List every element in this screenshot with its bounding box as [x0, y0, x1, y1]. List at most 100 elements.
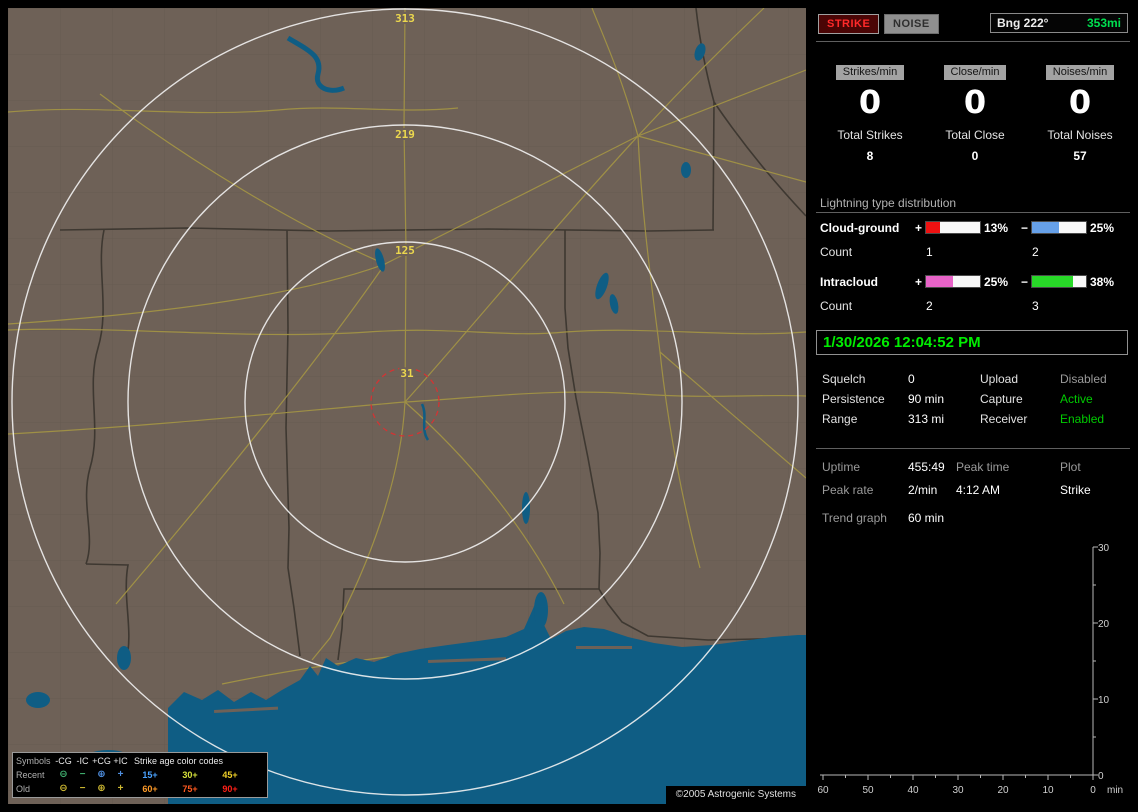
peak-rate-value: 2/min	[908, 483, 938, 497]
ic-minus-bar	[1031, 275, 1087, 288]
x-axis-unit: min	[1107, 785, 1123, 796]
range-label-31: 31	[400, 367, 414, 380]
map-graphic: 313 219 125 31	[8, 8, 806, 804]
noises-counter: Noises/min 0 Total Noises 57	[1028, 62, 1132, 163]
age-code: 45+	[222, 770, 238, 780]
cloud-ground-row: Cloud-ground + 13% − 25%	[816, 221, 1130, 235]
bearing-readout: Bng 222° 353mi	[990, 13, 1128, 33]
cg-minus-pct: 25%	[1090, 221, 1115, 235]
legend-age-title: Strike age color codes	[134, 756, 224, 766]
peak-rate-label: Peak rate	[822, 483, 874, 497]
intracloud-count-row: Count 2 3	[816, 299, 1130, 313]
x-tick: 10	[1042, 785, 1054, 796]
close-counter: Close/min 0 Total Close 0	[923, 62, 1027, 163]
cg-minus-bar	[1031, 221, 1087, 234]
plus-sign: +	[915, 221, 923, 235]
pcg-old-icon: ⊕	[97, 783, 106, 794]
legend-header-row: Symbols -CG -IC +CG +IC Strike age color…	[16, 754, 264, 768]
receiver-label: Receiver	[980, 412, 1028, 426]
range-label: Range	[822, 412, 858, 426]
uptime-label: Uptime	[822, 460, 861, 474]
trend-axes	[820, 546, 1098, 780]
plus-sign: +	[915, 275, 923, 289]
legend-old-row: Old ⊖ − ⊕ + 60+ 75+ 90+	[16, 782, 264, 796]
total-noises-label: Total Noises	[1047, 128, 1113, 142]
capture-label: Capture	[980, 392, 1023, 406]
capture-status: Active	[1060, 392, 1093, 406]
close-per-min-label: Close/min	[943, 65, 1007, 80]
range-value: 313 mi	[908, 412, 945, 426]
strikes-per-min-value: 0	[858, 83, 882, 121]
upload-label: Upload	[980, 372, 1019, 386]
legend-recent-row: Recent ⊖ − ⊕ + 15+ 30+ 45+	[16, 768, 264, 782]
range-label-313: 313	[395, 12, 415, 25]
ic-minus-count: 3	[1032, 299, 1039, 313]
strike-button[interactable]: STRIKE	[818, 14, 880, 34]
settings-row: Squelch 0 Upload Disabled	[816, 372, 1130, 388]
noises-per-min-label: Noises/min	[1045, 65, 1115, 80]
pic-old-icon: +	[117, 783, 124, 794]
total-close-value: 0	[971, 149, 979, 163]
copyright-text: ©2005 Astrogenic Systems	[665, 786, 806, 804]
lightning-map[interactable]: 313 219 125 31 Symbols -CG -IC +CG +IC S…	[8, 8, 806, 804]
ic-plus-pct: 25%	[984, 275, 1009, 289]
x-tick: 50	[862, 785, 874, 796]
squelch-label: Squelch	[822, 372, 866, 386]
strikes-counter: Strikes/min 0 Total Strikes 8	[818, 62, 922, 163]
settings-row: Range 313 mi Receiver Enabled	[816, 412, 1130, 428]
divider	[816, 448, 1130, 449]
bar-fill	[1032, 276, 1074, 287]
pcg-recent-icon: ⊕	[97, 769, 106, 780]
plot-value: Strike	[1060, 483, 1091, 497]
range-label-219: 219	[395, 128, 415, 141]
total-strikes-label: Total Strikes	[837, 128, 903, 142]
ncg-recent-icon: ⊖	[59, 769, 68, 780]
distribution-title: Lightning type distribution	[820, 196, 957, 210]
settings-row: Persistence 90 min Capture Active	[816, 392, 1130, 408]
legend-col-pic: +IC	[113, 756, 128, 766]
ic-plus-bar	[925, 275, 981, 288]
minus-sign: −	[1021, 221, 1029, 235]
type-name: Intracloud	[820, 275, 879, 289]
squelch-value: 0	[908, 372, 915, 386]
cg-plus-count: 1	[926, 245, 933, 259]
ncg-old-icon: ⊖	[59, 783, 68, 794]
peak-time-value: 4:12 AM	[956, 483, 1001, 497]
age-code: 30+	[182, 770, 198, 780]
close-per-min-value: 0	[963, 83, 987, 121]
status-panel: STRIKE NOISE Bng 222° 353mi Strikes/min …	[816, 8, 1130, 804]
divider	[816, 41, 1130, 42]
age-code: 60+	[142, 784, 158, 794]
ic-plus-count: 2	[926, 299, 933, 313]
y-tick: 20	[1098, 619, 1110, 630]
range-label-125: 125	[395, 244, 415, 257]
clock-readout: 1/30/2026 12:04:52 PM	[816, 330, 1128, 355]
x-tick: 30	[952, 785, 964, 796]
noise-button[interactable]: NOISE	[884, 14, 939, 34]
bearing-distance: 353mi	[1086, 16, 1121, 30]
legend-row-label: Recent	[16, 770, 45, 780]
cg-minus-count: 2	[1032, 245, 1039, 259]
map-legend: Symbols -CG -IC +CG +IC Strike age color…	[12, 752, 268, 798]
y-tick: 0	[1098, 771, 1104, 782]
cloud-ground-count-row: Count 1 2	[816, 245, 1130, 259]
divider	[816, 212, 1130, 213]
peak-time-label: Peak time	[956, 460, 1010, 474]
legend-col-pcg: +CG	[92, 756, 111, 766]
total-noises-value: 57	[1073, 149, 1087, 163]
trend-axis-labels: 30 20 10 0 60 50 40 30 20 10 0 min	[817, 543, 1123, 796]
bar-fill	[926, 222, 941, 233]
legend-symbols-title: Symbols	[16, 756, 51, 766]
count-label: Count	[820, 245, 853, 259]
strikes-per-min-label: Strikes/min	[835, 65, 905, 80]
stats-row: Uptime 455:49 Peak time Plot	[816, 460, 1130, 476]
legend-col-ncg: -CG	[55, 756, 72, 766]
plot-label: Plot	[1060, 460, 1081, 474]
age-code: 90+	[222, 784, 238, 794]
persistence-label: Persistence	[822, 392, 885, 406]
nic-old-icon: −	[79, 783, 86, 794]
persistence-value: 90 min	[908, 392, 945, 406]
x-tick: 60	[817, 785, 829, 796]
x-tick: 20	[997, 785, 1009, 796]
noises-per-min-value: 0	[1068, 83, 1092, 121]
